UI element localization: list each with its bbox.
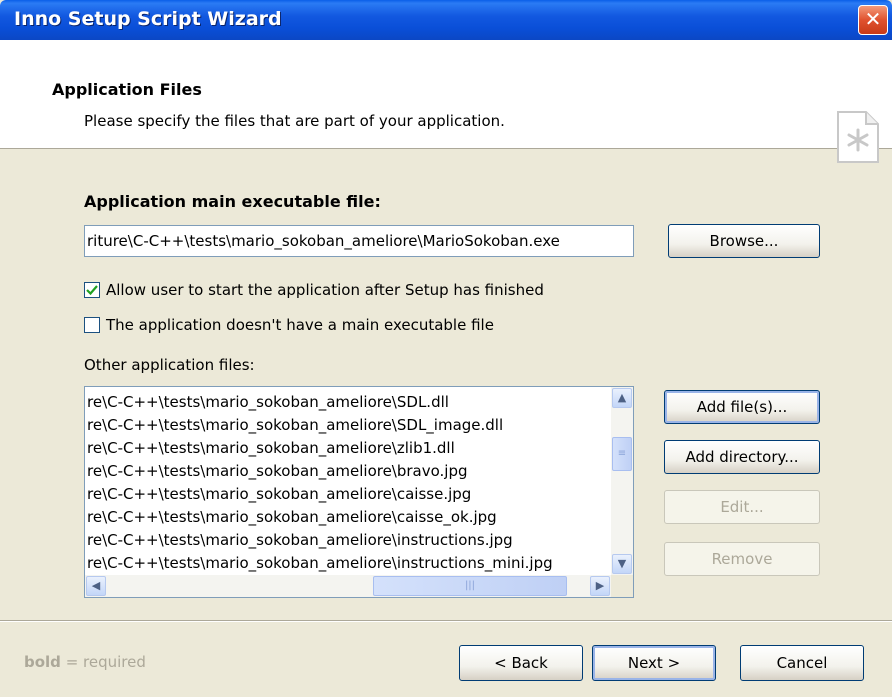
edit-label: Edit...	[720, 498, 764, 516]
other-files-list[interactable]: re\C-C++\tests\mario_sokoban_ameliore\SD…	[84, 386, 634, 598]
no-main-exe-checkbox[interactable]	[84, 317, 100, 333]
main-exe-field[interactable]: riture\C-C++\tests\mario_sokoban_amelior…	[84, 225, 634, 257]
allow-start-checkbox[interactable]	[84, 282, 100, 298]
add-directory-button[interactable]: Add directory...	[664, 440, 820, 474]
required-hint: bold = required	[24, 653, 146, 671]
remove-label: Remove	[711, 550, 773, 568]
horizontal-scroll-thumb[interactable]: |||	[373, 576, 567, 596]
no-main-exe-label: The application doesn't have a main exec…	[106, 316, 494, 334]
list-item[interactable]: re\C-C++\tests\mario_sokoban_ameliore\ca…	[85, 483, 605, 506]
page-star-icon	[834, 108, 882, 166]
main-exe-label: Application main executable file:	[84, 192, 381, 211]
footer-divider	[0, 620, 892, 622]
close-button[interactable]: ✕	[858, 5, 888, 35]
required-hint-text: = required	[60, 653, 146, 671]
browse-button-label: Browse...	[709, 232, 779, 250]
title-bar[interactable]: Inno Setup Script Wizard ✕	[0, 0, 892, 40]
remove-button[interactable]: Remove	[664, 542, 820, 576]
back-label: < Back	[494, 654, 548, 672]
list-item[interactable]: re\C-C++\tests\mario_sokoban_ameliore\zl…	[85, 437, 605, 460]
edit-button[interactable]: Edit...	[664, 490, 820, 524]
scroll-left-button[interactable]: ◀	[86, 576, 106, 596]
no-main-exe-option[interactable]: The application doesn't have a main exec…	[84, 316, 494, 334]
cancel-label: Cancel	[776, 654, 828, 672]
back-button[interactable]: < Back	[459, 645, 583, 681]
required-hint-bold: bold	[24, 653, 61, 671]
list-item[interactable]: re\C-C++\tests\mario_sokoban_ameliore\SD…	[85, 414, 605, 437]
list-item[interactable]: re\C-C++\tests\mario_sokoban_ameliore\br…	[85, 460, 605, 483]
vertical-scrollbar[interactable]: ▲ ≡ ▼	[611, 387, 633, 575]
cancel-button[interactable]: Cancel	[740, 645, 864, 681]
horizontal-scrollbar[interactable]: ◀ ||| ▶	[85, 575, 611, 597]
page-title: Application Files	[52, 80, 202, 99]
window-title: Inno Setup Script Wizard	[14, 8, 282, 30]
page-subtitle: Please specify the files that are part o…	[84, 112, 505, 130]
next-label: Next >	[627, 654, 681, 672]
allow-start-label: Allow user to start the application afte…	[106, 281, 544, 299]
close-icon: ✕	[864, 7, 882, 31]
scrollbar-corner	[611, 575, 633, 597]
checkmark-icon	[86, 285, 98, 296]
other-files-label: Other application files:	[84, 356, 255, 374]
list-item[interactable]: re\C-C++\tests\mario_sokoban_ameliore\in…	[85, 529, 605, 552]
list-item[interactable]: re\C-C++\tests\mario_sokoban_ameliore\in…	[85, 552, 605, 575]
scroll-right-button[interactable]: ▶	[590, 576, 610, 596]
scroll-up-button[interactable]: ▲	[612, 388, 632, 408]
add-directory-label: Add directory...	[685, 448, 799, 466]
scroll-down-button[interactable]: ▼	[612, 554, 632, 574]
list-item[interactable]: re\C-C++\tests\mario_sokoban_ameliore\ca…	[85, 506, 605, 529]
vertical-scroll-thumb[interactable]: ≡	[612, 437, 632, 471]
allow-start-option[interactable]: Allow user to start the application afte…	[84, 281, 544, 299]
next-button[interactable]: Next >	[592, 645, 716, 681]
list-item[interactable]: re\C-C++\tests\mario_sokoban_ameliore\SD…	[85, 391, 605, 414]
add-files-button[interactable]: Add file(s)...	[664, 390, 820, 424]
add-files-label: Add file(s)...	[696, 398, 788, 416]
browse-button[interactable]: Browse...	[668, 224, 820, 258]
wizard-header: Application Files Please specify the fil…	[0, 40, 892, 163]
